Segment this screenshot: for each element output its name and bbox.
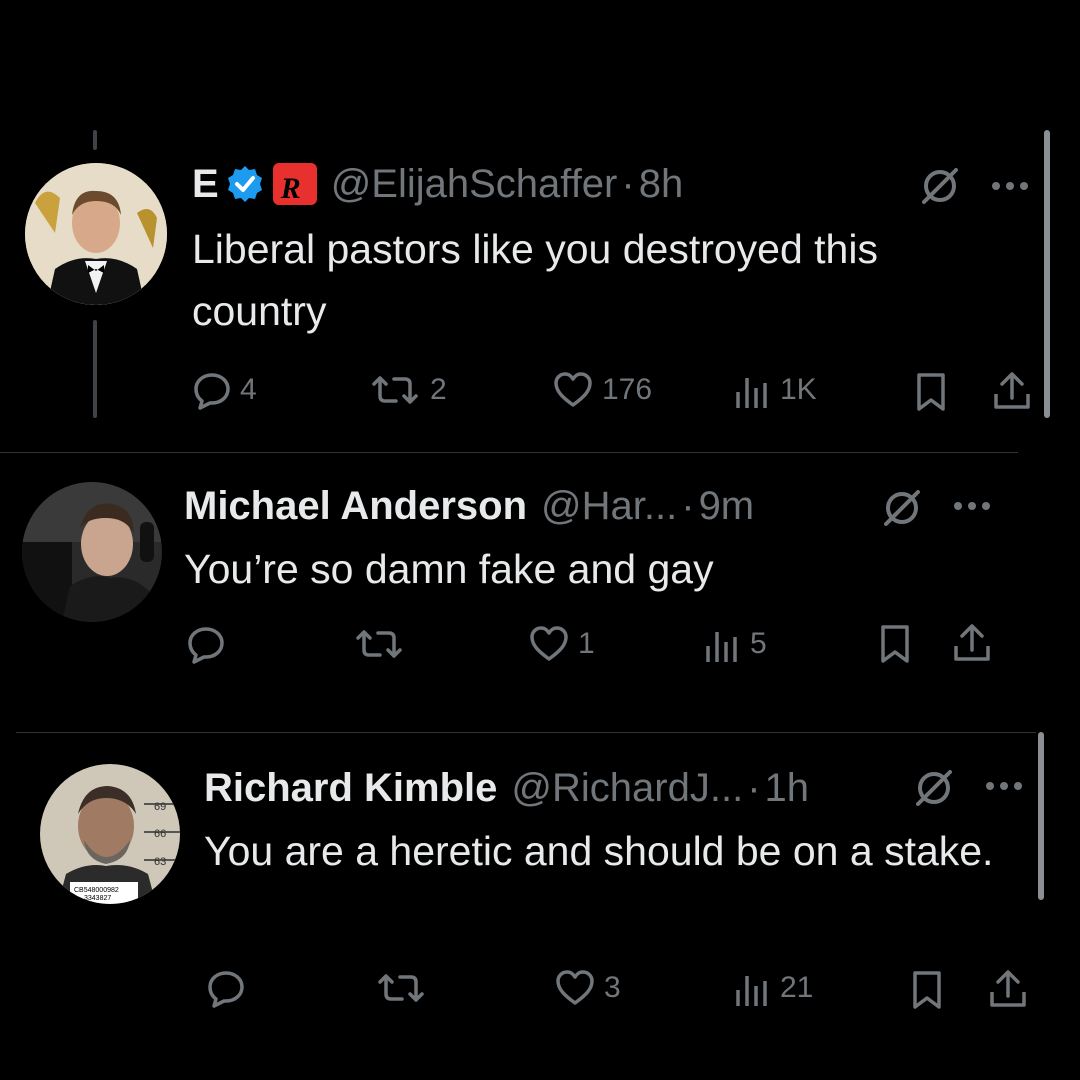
placard-line-1: CB548000982 — [74, 887, 119, 894]
height-69: 69 — [154, 801, 166, 813]
separator-dot: · — [621, 162, 635, 206]
reply-icon — [194, 373, 230, 410]
placard-line-2: 3343827 — [84, 895, 111, 902]
reply-button[interactable]: 4 — [192, 370, 257, 410]
handle[interactable]: @ElijahSchaffer — [331, 160, 618, 208]
thread-line-top — [93, 130, 97, 150]
timestamp[interactable]: 9m — [699, 482, 755, 530]
display-name[interactable]: E — [192, 160, 219, 208]
avatar-elijah[interactable] — [25, 163, 167, 305]
reply-icon — [208, 971, 244, 1008]
divider-1 — [0, 452, 1018, 453]
repost-icon — [378, 974, 424, 1002]
reply-count: 4 — [240, 373, 257, 406]
views-count: 21 — [780, 971, 814, 1004]
like-button[interactable]: 176 — [552, 370, 652, 410]
scrollbar-1[interactable] — [1044, 130, 1050, 418]
views-count: 1K — [780, 373, 817, 406]
bookmark-icon[interactable] — [910, 970, 944, 1010]
like-count: 176 — [602, 373, 653, 406]
tweet-3-header: Richard Kimble @RichardJ... · 1h — [204, 764, 809, 812]
separator-dot: · — [747, 766, 761, 810]
like-button[interactable]: 3 — [554, 968, 621, 1008]
handle[interactable]: @RichardJ... — [511, 764, 743, 812]
repost-button[interactable] — [352, 624, 414, 664]
grok-icon[interactable] — [880, 488, 924, 528]
thread-line-bottom — [93, 320, 97, 418]
tweet-2-text: You’re so damn fake and gay — [184, 546, 714, 592]
views-icon — [736, 976, 767, 1006]
views-icon — [736, 378, 767, 408]
share-icon[interactable] — [992, 370, 1032, 412]
like-count: 3 — [604, 971, 621, 1004]
separator-dot: · — [681, 484, 695, 528]
more-icon[interactable] — [952, 500, 992, 512]
avatar-michael[interactable] — [22, 482, 162, 622]
grok-icon[interactable] — [918, 166, 962, 206]
repost-count: 2 — [430, 373, 447, 406]
repost-button[interactable]: 2 — [368, 370, 447, 410]
reply-button[interactable] — [186, 624, 234, 664]
height-63: 63 — [154, 856, 166, 868]
views-button[interactable]: 5 — [704, 624, 767, 664]
reply-button[interactable] — [206, 968, 254, 1008]
repost-icon — [372, 376, 418, 404]
verified-badge-icon — [225, 164, 265, 204]
timestamp[interactable]: 8h — [639, 160, 684, 208]
views-count: 5 — [750, 627, 767, 660]
scrollbar-2[interactable] — [1038, 732, 1044, 900]
handle[interactable]: @Har... — [541, 482, 677, 530]
display-name[interactable]: Michael Anderson — [184, 482, 527, 530]
tweet-1-text: Liberal pastors like you destroyed this … — [192, 226, 878, 334]
views-button[interactable]: 1K — [734, 370, 817, 410]
display-name[interactable]: Richard Kimble — [204, 764, 497, 812]
tweet-2-header: Michael Anderson @Har... · 9m — [184, 482, 754, 530]
share-icon[interactable] — [952, 622, 992, 664]
tweet-3-text: You are a heretic and should be on a sta… — [204, 828, 994, 874]
grok-icon[interactable] — [912, 768, 956, 808]
tweet-1-header: E R @ElijahSchaffer · 8h — [192, 160, 683, 208]
like-count: 1 — [578, 627, 595, 660]
heart-icon — [554, 372, 592, 407]
repost-icon — [356, 630, 402, 658]
reply-icon — [188, 627, 224, 664]
rtv-badge-icon: R — [272, 163, 317, 205]
height-66: 66 — [154, 828, 166, 840]
views-icon — [706, 632, 737, 662]
views-button[interactable]: 21 — [734, 968, 813, 1008]
like-button[interactable]: 1 — [528, 624, 595, 664]
timestamp[interactable]: 1h — [765, 764, 810, 812]
heart-icon — [530, 626, 568, 661]
repost-button[interactable] — [374, 968, 436, 1008]
more-icon[interactable] — [984, 780, 1024, 792]
bookmark-icon[interactable] — [878, 624, 912, 664]
avatar-richard[interactable]: 69 66 63 CB548000982 3343827 — [40, 764, 180, 904]
heart-icon — [556, 970, 594, 1005]
bookmark-icon[interactable] — [914, 372, 948, 412]
more-icon[interactable] — [990, 180, 1030, 192]
share-icon[interactable] — [988, 968, 1028, 1010]
divider-2 — [16, 732, 1036, 733]
